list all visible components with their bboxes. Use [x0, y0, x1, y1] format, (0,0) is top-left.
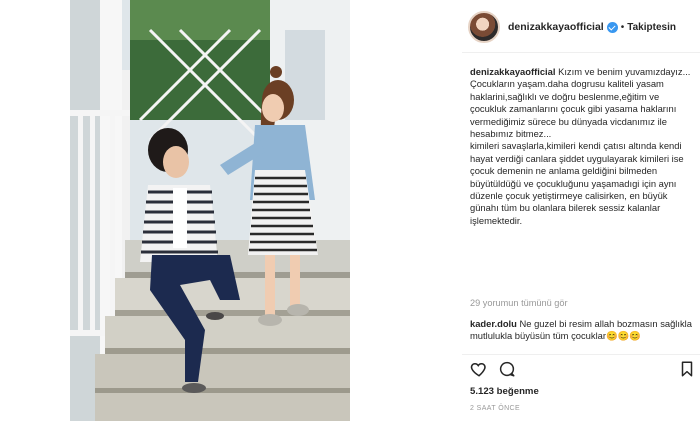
profile-username[interactable]: denizakkayaofficial: [508, 21, 604, 33]
comment-username[interactable]: kader.dolu: [470, 318, 517, 329]
comment-icon[interactable]: [498, 360, 516, 378]
caption-username[interactable]: denizakkayaofficial: [470, 66, 555, 77]
post-caption: denizakkayaofficial Kızım ve benim yuvam…: [470, 66, 696, 227]
post-header: denizakkayaofficial • Takiptesin: [462, 8, 700, 46]
post-photo[interactable]: [70, 0, 350, 421]
view-all-comments-link[interactable]: 29 yorumun tümünü gör: [470, 298, 568, 308]
post-side-panel: denizakkayaofficial • Takiptesin denizak…: [462, 0, 700, 421]
following-status[interactable]: Takiptesin: [627, 22, 676, 33]
post-timestamp: 2 SAAT ÖNCE: [470, 405, 521, 412]
verified-badge-icon: [606, 21, 618, 33]
instagram-post: denizakkayaofficial • Takiptesin denizak…: [0, 0, 700, 421]
likes-count[interactable]: 5.123 beğenme: [470, 386, 539, 397]
avatar[interactable]: [468, 11, 500, 43]
heart-icon[interactable]: [470, 360, 488, 378]
action-bar: [470, 360, 696, 380]
comment-item: kader.dolu Ne guzel bi resim allah bozma…: [470, 318, 696, 352]
bookmark-icon[interactable]: [678, 360, 696, 378]
actions-divider: [462, 354, 700, 355]
photo-illustration: [70, 0, 350, 421]
separator-dot: •: [620, 21, 625, 33]
caption-text: Kızım ve benim yuvamızdayız... Çocukları…: [470, 66, 691, 226]
header-divider: [462, 52, 700, 53]
